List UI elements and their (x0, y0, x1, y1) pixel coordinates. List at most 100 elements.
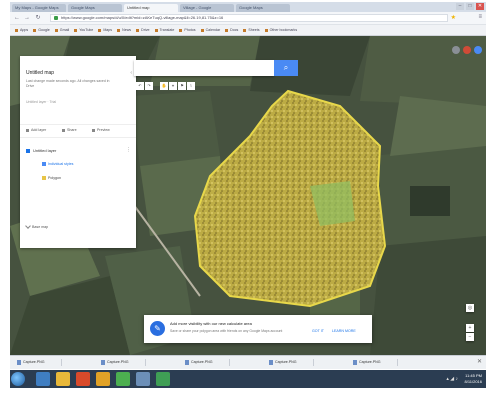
internet-explorer-icon[interactable] (36, 372, 50, 386)
pan-hand-icon[interactable]: ✋ (160, 82, 168, 90)
forward-icon[interactable]: → (23, 14, 31, 22)
layer-item-styles[interactable]: Individual styles (42, 162, 74, 167)
lock-icon (54, 16, 58, 20)
base-map-label: Base map (32, 225, 49, 229)
share-label: Share (67, 128, 77, 132)
share-icon (62, 128, 65, 132)
layer-name[interactable]: Untitled layer (33, 148, 56, 153)
map-canvas[interactable]: Untitled map ‹ Last change made seconds … (10, 36, 486, 355)
preview-button[interactable]: Preview (92, 128, 110, 132)
layer-item-label: Individual styles (48, 162, 74, 166)
back-icon[interactable]: ← (13, 14, 21, 22)
base-map-toggle[interactable]: Base map (25, 223, 49, 229)
bookmark-item[interactable]: Maps (98, 25, 112, 35)
measure-icon[interactable]: ⌇ (187, 82, 195, 90)
bookmark-item[interactable]: News (117, 25, 131, 35)
download-item[interactable]: Capture.PNG (268, 359, 314, 366)
file-explorer-icon[interactable] (56, 372, 70, 386)
avatar[interactable] (474, 46, 482, 54)
bookmark-item[interactable]: Calendar (201, 25, 221, 35)
notification-text: Save or share your polygon area with fri… (170, 329, 283, 333)
bookmark-item[interactable]: Drive (136, 25, 149, 35)
bookmark-item[interactable]: Apps (15, 25, 28, 35)
browser-menu-icon[interactable]: ≡ (478, 14, 482, 20)
chrome-icon[interactable] (116, 372, 130, 386)
media-player-icon[interactable] (76, 372, 90, 386)
got-it-link[interactable]: GOT IT (312, 329, 324, 333)
bookmark-item[interactable]: Gmail (55, 25, 69, 35)
browser-title-bar: My Maps - Google Maps Google Maps Untitl… (10, 2, 486, 12)
layer-checkbox[interactable] (26, 149, 30, 153)
firefox-icon[interactable] (96, 372, 110, 386)
zoom-out-button[interactable]: − (466, 333, 474, 341)
bookmark-item[interactable]: Sheets (243, 25, 259, 35)
preview-icon (92, 128, 95, 132)
map-title[interactable]: Untitled map (26, 70, 54, 76)
url-input[interactable]: https://www.google.com/maps/d/u/0/edit?m… (50, 14, 448, 22)
search-icon: ⌕ (283, 63, 289, 72)
learn-more-link[interactable]: LEARN MORE (332, 329, 356, 333)
address-bar: ← → ↻ https://www.google.com/maps/d/u/0/… (10, 12, 486, 25)
feature-notification: ✎ Add more visibility with our new calcu… (144, 315, 372, 343)
ruler-icon: ✎ (150, 321, 165, 336)
url-text: https://www.google.com/maps/d/u/0/edit?m… (61, 15, 224, 20)
bookmark-item[interactable]: YouTube (74, 25, 93, 35)
tab-0[interactable]: My Maps - Google Maps (12, 4, 66, 12)
bookmarks-bar: Apps Google Gmail YouTube Maps News Drive Trans… (10, 25, 486, 36)
reload-icon[interactable]: ↻ (34, 14, 42, 22)
add-marker-icon[interactable]: ⌖ (169, 82, 177, 90)
paint-icon[interactable] (136, 372, 150, 386)
add-layer-button[interactable]: Add layer (26, 128, 46, 132)
tab-2-active[interactable]: Untitled map (124, 4, 178, 12)
bookmark-item[interactable]: Google (33, 25, 50, 35)
tab-3[interactable]: Village - Google (180, 4, 234, 12)
collapse-panel-icon[interactable]: ‹ (130, 70, 132, 76)
draw-line-icon[interactable]: ⚑ (178, 82, 186, 90)
zoom-in-button[interactable]: + (466, 324, 474, 332)
drawing-toolbar: ↶ ↷ ✋ ⌖ ⚑ ⌇ (136, 82, 196, 90)
bookmark-item[interactable]: Other bookmarks (265, 25, 298, 35)
my-location-icon[interactable]: ◎ (466, 304, 474, 312)
download-item[interactable]: Capture.PNG (352, 359, 398, 366)
bookmark-star-icon[interactable]: ★ (451, 14, 456, 21)
apps-grid-icon[interactable] (452, 46, 460, 54)
close-downloads-icon[interactable]: ✕ (477, 358, 482, 365)
bookmark-item[interactable]: Docs (225, 25, 238, 35)
tab-1[interactable]: Google Maps (68, 4, 122, 12)
bookmark-item[interactable]: Photos (179, 25, 195, 35)
excel-icon[interactable] (156, 372, 170, 386)
layer-item-polygon[interactable]: Polygon (42, 176, 61, 181)
search-input[interactable] (134, 60, 274, 76)
maximize-icon[interactable]: □ (466, 3, 474, 10)
tab-4[interactable]: Google Maps (236, 4, 290, 12)
system-tray-icons[interactable]: ▴ ◢ ♪ (446, 376, 458, 382)
map-side-panel: Untitled map ‹ Last change made seconds … (20, 56, 136, 248)
bookmark-item[interactable]: Translate (155, 25, 175, 35)
close-icon[interactable]: ✕ (476, 3, 484, 10)
style-swatch-icon (42, 162, 46, 167)
layer-item-label: Polygon (48, 176, 61, 180)
download-item[interactable]: Capture.PNG (184, 359, 230, 366)
download-item[interactable]: Capture.PNG (16, 359, 62, 366)
downloads-bar: Capture.PNG Capture.PNG Capture.PNG Capt… (10, 355, 486, 369)
window-controls: – □ ✕ (454, 3, 484, 10)
search-button[interactable]: ⌕ (274, 60, 298, 76)
clock-date: 8/11/2016 (464, 379, 483, 384)
add-layer-icon (26, 128, 29, 132)
notifications-icon[interactable] (463, 46, 471, 54)
start-button[interactable] (11, 372, 25, 386)
minimize-icon[interactable]: – (456, 3, 464, 10)
redo-icon[interactable]: ↷ (145, 82, 153, 90)
layer-options-icon[interactable]: ⋮ (126, 147, 131, 153)
map-save-status: Last change made seconds ago. All change… (26, 79, 110, 88)
preview-label: Preview (97, 128, 110, 132)
download-item[interactable]: Capture.PNG (100, 359, 146, 366)
panel-actions: Add layer Share Preview (20, 124, 136, 138)
notification-title: Add more visibility with our new calcula… (170, 321, 252, 326)
windows-taskbar: ▴ ◢ ♪ 11:45 PM 8/11/2016 (10, 370, 486, 388)
expand-arrow-icon (25, 223, 31, 229)
undo-icon[interactable]: ↶ (136, 82, 144, 90)
share-button[interactable]: Share (62, 128, 77, 132)
map-description[interactable]: Untitled layer · Trial (26, 100, 56, 104)
clock[interactable]: 11:45 PM 8/11/2016 (465, 373, 483, 385)
